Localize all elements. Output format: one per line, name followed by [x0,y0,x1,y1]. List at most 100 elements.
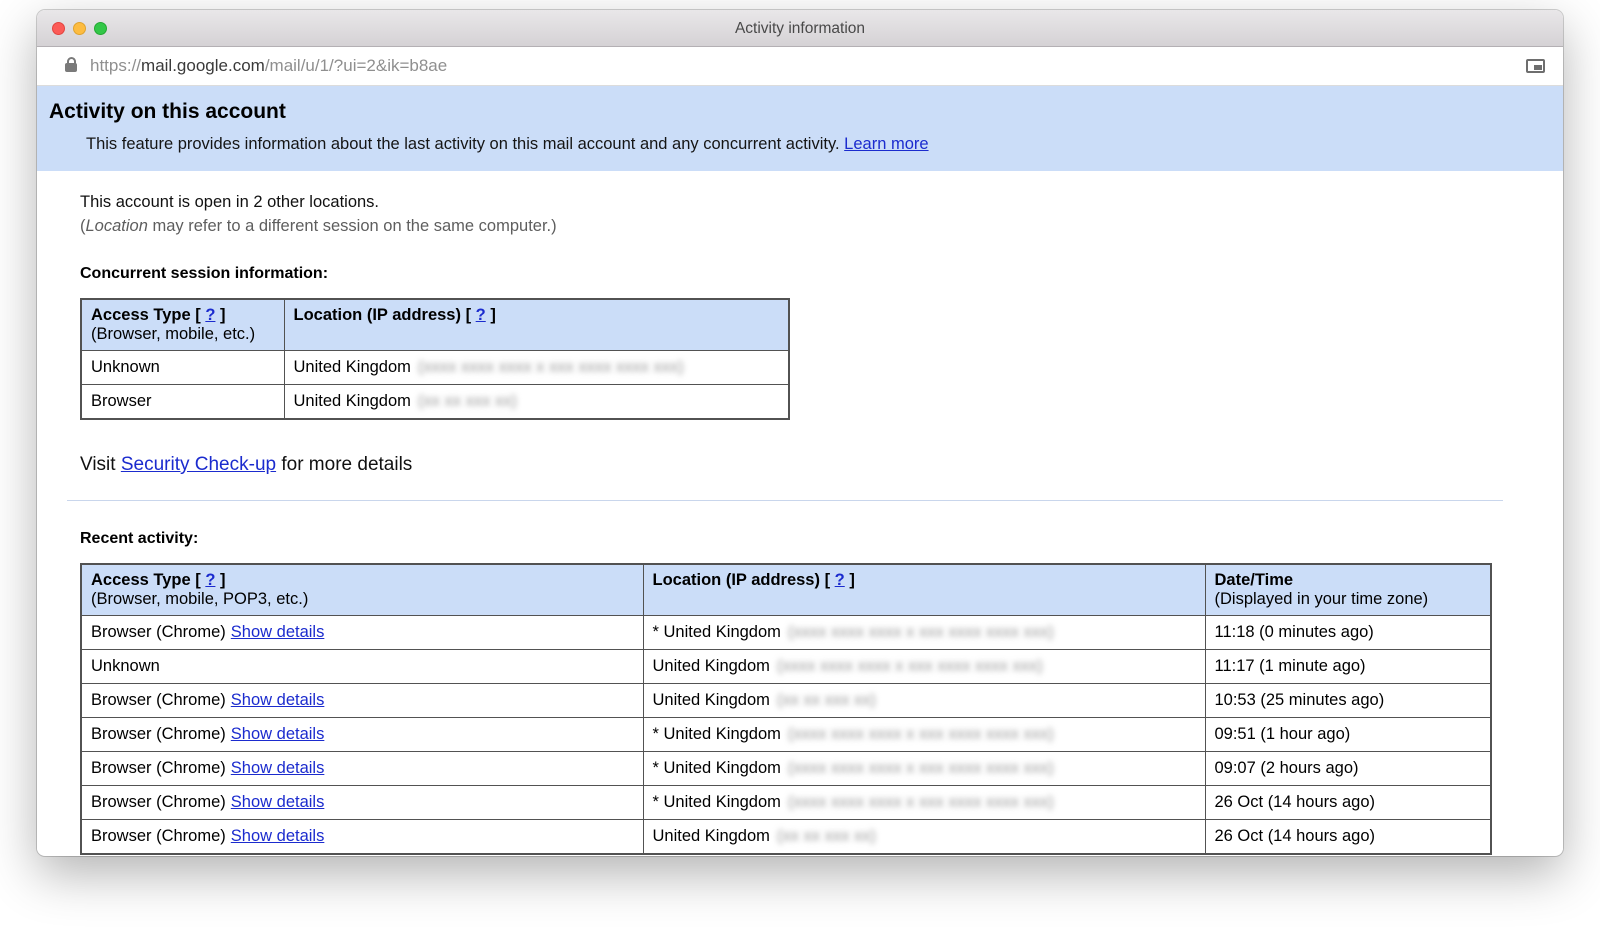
location-cell: * United Kingdom (xxxx xxxx xxxx x xxx xx… [643,616,1205,650]
redacted-ip: (xxxx xxxx xxxx x xxx xxxx xxxx xxx) [788,623,1054,641]
table-row: Browser (Chrome) Show details * United Ki… [81,786,1491,820]
note-rest: may refer to a different session on the … [148,217,557,235]
show-details-link[interactable]: Show details [231,725,325,743]
banner: Activity on this account This feature pr… [37,86,1563,171]
access-type-cell: Browser (Chrome) Show details [81,786,643,820]
location-text: * United Kingdom [653,623,781,641]
table-row: Unknown United Kingdom(xxxx xxxx xxxx x … [81,650,1491,684]
access-type-text: Browser (Chrome) [91,793,226,811]
location-text: * United Kingdom [653,759,781,777]
location-cell: United Kingdom(xx xx xxx xx) [643,684,1205,718]
section-divider [67,500,1503,501]
redacted-ip: (xxxx xxxx xxxx x xxx xxxx xxxx xxx) [788,725,1054,743]
table-row: Browser (Chrome) Show details * United Ki… [81,752,1491,786]
access-type-bracket: ] [220,306,226,324]
table-row: Browser (Chrome)Show details * United Ki… [81,616,1491,650]
redacted-ip: (xx xx xxx xx) [418,392,517,410]
access-type-text: Browser (Chrome) [91,759,226,777]
open-locations-text: This account is open in 2 other location… [80,193,1503,212]
location-text: United Kingdom [653,827,770,845]
location-text: United Kingdom [294,358,411,376]
location-header: Location (IP address) [ ? ] [643,564,1205,616]
access-type-bracket: ] [220,571,226,589]
location-cell: * United Kingdom(xxxx xxxx xxxx x xxx xx… [643,718,1205,752]
help-link[interactable]: ? [205,571,215,589]
access-type-cell: Browser (Chrome) Show details [81,752,643,786]
datetime-cell: 10:53 (25 minutes ago) [1205,684,1491,718]
learn-more-link[interactable]: Learn more [844,135,928,153]
location-text: * United Kingdom [653,793,781,811]
location-text: United Kingdom [294,392,411,410]
datetime-cell: 26 Oct (14 hours ago) [1205,820,1491,855]
table-header-row: Access Type [ ? ] (Browser, mobile, POP3… [81,564,1491,616]
security-suffix: for more details [276,454,412,475]
main-area: This account is open in 2 other location… [37,171,1563,855]
security-checkup-link[interactable]: Security Check-up [121,454,276,475]
window-icon[interactable] [1526,59,1545,73]
security-checkup-line: Visit Security Check-up for more details [80,454,1503,476]
access-type-cell: Browser (Chrome)Show details [81,684,643,718]
show-details-link[interactable]: Show details [231,623,325,641]
access-type-text: Browser (Chrome) [91,827,226,845]
traffic-lights [52,22,107,35]
access-type-text: Unknown [91,657,160,675]
redacted-ip: (xxxx xxxx xxxx x xxx xxxx xxxx xxx) [777,657,1043,675]
access-type-label: Access Type [ [91,306,201,324]
url-host: mail.google.com [141,56,265,75]
concurrent-session-table: Access Type [ ? ] (Browser, mobile, etc.… [80,298,790,420]
page-content: Activity on this account This feature pr… [37,86,1563,855]
access-type-header: Access Type [ ? ] (Browser, mobile, etc.… [81,299,284,351]
close-button[interactable] [52,22,65,35]
minimize-button[interactable] [73,22,86,35]
access-type-subtitle: (Browser, mobile, etc.) [91,325,255,343]
redacted-ip: (xxxx xxxx xxxx x xxx xxxx xxxx xxx) [788,759,1054,777]
redacted-ip: (xxxx xxxx xxxx x xxx xxxx xxxx xxx) [788,793,1054,811]
access-type-subtitle: (Browser, mobile, POP3, etc.) [91,590,308,608]
access-type-cell: Browser (Chrome)Show details [81,616,643,650]
datetime-subtitle: (Displayed in your time zone) [1215,590,1429,608]
zoom-button[interactable] [94,22,107,35]
table-row: Browser (Chrome) Show details * United Ki… [81,718,1491,752]
browser-window: Activity information https://mail.google… [37,10,1563,856]
location-label: Location (IP address) [ [653,571,831,589]
lock-icon [65,63,77,72]
show-details-link[interactable]: Show details [231,691,325,709]
url-text[interactable]: https://mail.google.com/mail/u/1/?ui=2&i… [90,56,447,76]
access-type-cell: Browser (Chrome) Show details [81,820,643,855]
table-header-row: Access Type [ ? ] (Browser, mobile, etc.… [81,299,789,351]
page-title: Activity on this account [49,100,1543,124]
security-prefix: Visit [80,454,121,475]
url-path: /mail/u/1/?ui=2&ik=b8ae [265,56,447,75]
location-note-text: (Location may refer to a different sessi… [80,217,1503,236]
access-type-cell: Unknown [81,351,284,385]
location-bracket: ] [490,306,496,324]
window-title: Activity information [37,10,1563,47]
location-label: Location (IP address) [ [294,306,472,324]
location-cell: United Kingdom (xx xx xxx xx) [643,820,1205,855]
help-link[interactable]: ? [476,306,486,324]
redacted-ip: (xx xx xxx xx) [777,827,876,845]
help-link[interactable]: ? [205,306,215,324]
location-cell: * United Kingdom (xxxx xxxx xxxx x xxx xx… [643,786,1205,820]
banner-description-text: This feature provides information about … [86,135,840,153]
show-details-link[interactable]: Show details [231,759,325,777]
location-text: United Kingdom [653,691,770,709]
table-row: Unknown United Kingdom (xxxx xxxx xxxx x … [81,351,789,385]
access-type-text: Browser (Chrome) [91,725,226,743]
help-link[interactable]: ? [835,571,845,589]
titlebar[interactable]: Activity information [37,10,1563,47]
banner-description: This feature provides information about … [86,135,1543,154]
show-details-link[interactable]: Show details [231,827,325,845]
url-bar[interactable]: https://mail.google.com/mail/u/1/?ui=2&i… [37,47,1563,86]
location-cell: United Kingdom (xxxx xxxx xxxx x xxx xxxx… [284,351,789,385]
show-details-link[interactable]: Show details [231,793,325,811]
access-type-label: Access Type [ [91,571,201,589]
datetime-cell: 09:51 (1 hour ago) [1205,718,1491,752]
location-cell: * United Kingdom (xxxx xxxx xxxx x xxx xx… [643,752,1205,786]
table-row: Browser (Chrome) Show details United King… [81,820,1491,855]
access-type-cell: Browser (Chrome) Show details [81,718,643,752]
datetime-cell: 11:17 (1 minute ago) [1205,650,1491,684]
redacted-ip: (xxxx xxxx xxxx x xxx xxxx xxxx xxx) [418,358,684,376]
location-bracket: ] [849,571,855,589]
table-row: Browser United Kingdom(xx xx xxx xx) [81,385,789,420]
